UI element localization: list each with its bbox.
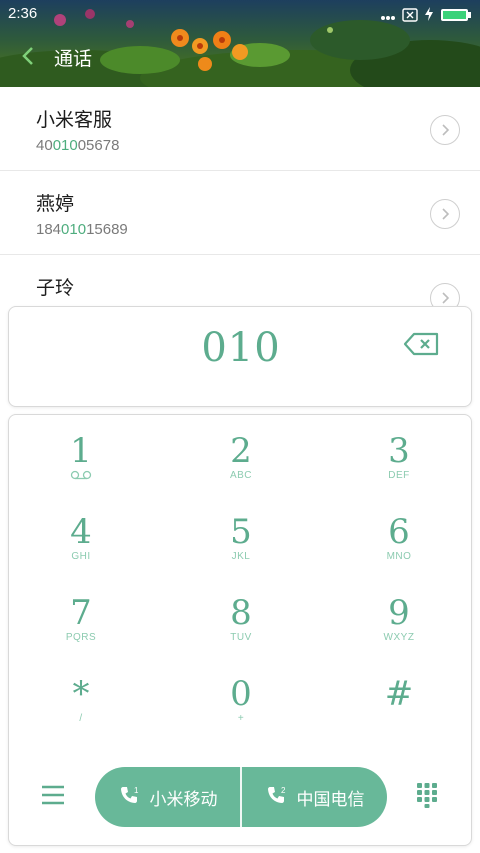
chevron-right-icon xyxy=(442,208,450,220)
contact-number: 18401015689 xyxy=(36,221,128,238)
call-buttons: 1 小米移动 2 中国电信 xyxy=(95,767,387,827)
contact-number: 4001005678 xyxy=(36,137,120,154)
back-arrow-icon[interactable] xyxy=(18,42,42,70)
dial-display: 010 xyxy=(8,306,472,407)
header-banner: 2:36 通话 xyxy=(0,0,480,87)
phone-icon: 1 xyxy=(118,784,140,811)
chevron-right-icon xyxy=(442,124,450,136)
backspace-icon[interactable] xyxy=(403,331,441,357)
dialer-action-bar: 1 小米移动 2 中国电信 xyxy=(9,765,473,829)
call-sim2-label: 中国电信 xyxy=(296,789,365,810)
charging-icon xyxy=(424,6,434,26)
contact-name: 燕婷 xyxy=(36,193,75,215)
page-title: 通话 xyxy=(54,48,93,70)
svg-text:1: 1 xyxy=(134,786,139,795)
key-2[interactable]: 2 ABC xyxy=(171,419,311,495)
title-bar: 通话 xyxy=(0,36,480,78)
key-7[interactable]: 7 PQRS xyxy=(11,581,151,657)
key-0[interactable]: 0 + xyxy=(171,662,311,738)
call-sim1-label: 小米移动 xyxy=(149,789,218,810)
svg-text:2: 2 xyxy=(281,786,286,795)
keypad: 1 2 ABC 3 DEF 4 GHI 5 JKL 6 MNO 7 PQRS 8… xyxy=(8,414,472,846)
key-9[interactable]: 9 WXYZ xyxy=(329,581,469,657)
key-6[interactable]: 6 MNO xyxy=(329,500,469,576)
key-1[interactable]: 1 xyxy=(11,419,151,495)
phone-icon: 2 xyxy=(265,784,287,811)
dialpad-icon[interactable] xyxy=(415,781,439,809)
voicemail-icon xyxy=(11,470,151,483)
contact-name: 小米客服 xyxy=(36,109,113,131)
key-hash[interactable]: # xyxy=(329,662,469,738)
contact-name: 子玲 xyxy=(36,277,75,299)
contact-row[interactable]: 燕婷 18401015689 xyxy=(0,171,480,255)
call-divider xyxy=(240,767,242,827)
menu-icon[interactable] xyxy=(39,783,67,807)
signal-dots-icon xyxy=(380,7,396,26)
call-sim2-button[interactable]: 2 中国电信 xyxy=(242,767,387,827)
contact-detail-button[interactable] xyxy=(430,199,460,229)
key-3[interactable]: 3 DEF xyxy=(329,419,469,495)
battery-icon xyxy=(440,7,472,26)
key-5[interactable]: 5 JKL xyxy=(171,500,311,576)
call-sim1-button[interactable]: 1 小米移动 xyxy=(95,767,240,827)
sim-x-icon xyxy=(402,7,418,26)
contact-row[interactable]: 小米客服 4001005678 xyxy=(0,87,480,171)
status-bar: 2:36 xyxy=(0,0,480,28)
key-8[interactable]: 8 TUV xyxy=(171,581,311,657)
key-4[interactable]: 4 GHI xyxy=(11,500,151,576)
key-star[interactable]: * / xyxy=(11,662,151,738)
status-time: 2:36 xyxy=(8,5,38,22)
contact-detail-button[interactable] xyxy=(430,115,460,145)
